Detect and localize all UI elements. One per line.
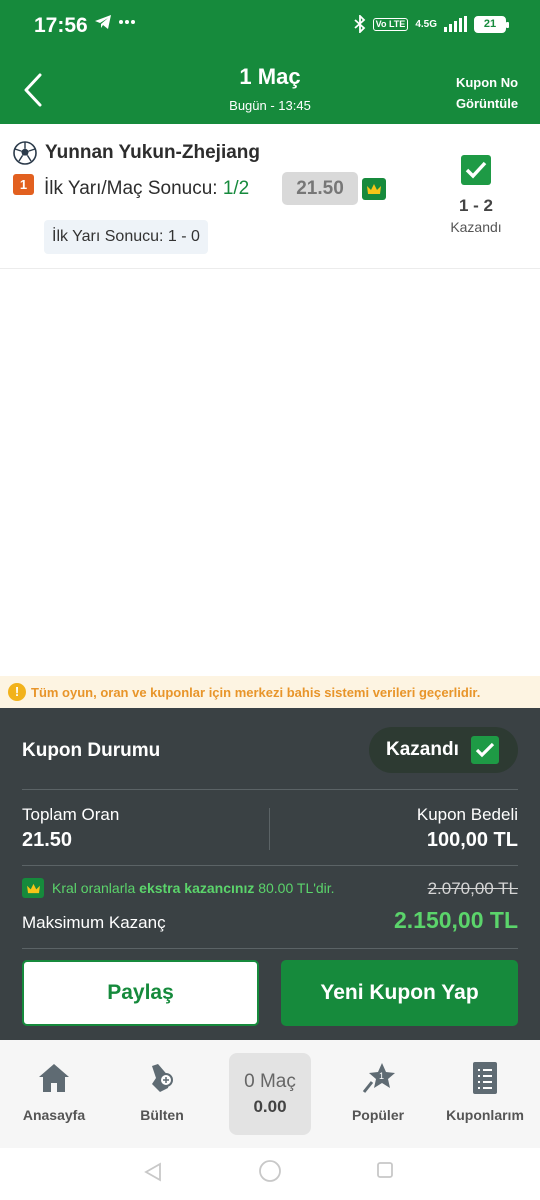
- cart-total: 0.00: [253, 1097, 287, 1116]
- divider: [22, 865, 518, 866]
- bulletin-icon: [152, 1064, 173, 1092]
- coupon-summary: Kupon Durumu Kazandı Toplam Oran 21.50 K…: [0, 708, 540, 1040]
- match-status: Kazandı: [450, 219, 502, 235]
- coupon-cart[interactable]: 0 Maç 0.00: [229, 1053, 311, 1135]
- telegram-icon: [95, 15, 111, 29]
- cart-match-count: 0 Maç: [244, 1071, 296, 1092]
- stake-label: Kupon Bedeli: [416, 805, 518, 824]
- team-name: Yunnan Yukun-Zhejiang: [45, 142, 261, 163]
- bet-pick: 1/2: [222, 178, 250, 199]
- crown-icon: [22, 878, 44, 898]
- bet-type-label: İlk Yarı/Maç Sonucu:: [44, 178, 218, 199]
- status-time: 17:56: [34, 14, 88, 37]
- total-odds-label: Toplam Oran: [22, 805, 120, 824]
- nav-home[interactable]: Anasayfa: [4, 1060, 104, 1123]
- max-winnings-value: 2.150,00 TL: [393, 907, 518, 933]
- warning-icon: !: [8, 683, 26, 701]
- king-odds-info: Kral oranlarla ekstra kazancınız 80.00 T…: [22, 878, 335, 898]
- nav-popular[interactable]: 1 Popüler: [328, 1060, 428, 1123]
- soccer-ball-icon: [13, 141, 37, 165]
- match-card[interactable]: Yunnan Yukun-Zhejiang 1 İlk Yarı/Maç Son…: [0, 124, 540, 269]
- bottom-navigation: Anasayfa Bülten 0 Maç 0.00 1 Popüler Kup…: [0, 1040, 540, 1148]
- system-navigation: [0, 1148, 540, 1200]
- nav-bulletin[interactable]: Bülten: [112, 1060, 212, 1123]
- original-winnings: 2.070,00 TL: [427, 879, 518, 898]
- battery-icon: 21: [474, 15, 509, 33]
- back-triangle-icon[interactable]: [144, 1162, 162, 1182]
- info-banner-text: Tüm oyun, oran ve kuponlar için merkezi …: [31, 684, 481, 700]
- new-coupon-button[interactable]: Yeni Kupon Yap: [281, 960, 518, 1026]
- recents-square-icon[interactable]: [376, 1161, 394, 1179]
- divider: [22, 789, 518, 790]
- won-check-icon: [461, 155, 491, 185]
- share-button[interactable]: Paylaş: [22, 960, 259, 1026]
- coupon-status-pill: Kazandı: [369, 727, 518, 773]
- match-index-badge: 1: [13, 174, 34, 195]
- status-left-icons: [94, 14, 136, 30]
- total-odds-value: 21.50: [22, 829, 73, 851]
- network-type: 4.5G: [415, 18, 437, 30]
- stake-value: 100,00 TL: [426, 829, 518, 851]
- status-bar: 17:56 Vo LTE 4.5G 21: [0, 0, 540, 56]
- nav-my-coupons[interactable]: Kuponlarım: [435, 1060, 535, 1123]
- home-circle-icon[interactable]: [258, 1159, 282, 1183]
- king-odds-badge: [362, 178, 386, 200]
- check-icon: [470, 736, 499, 764]
- divider: [22, 948, 518, 949]
- status-right-icons: Vo LTE 4.5G 21: [354, 15, 509, 33]
- half-time-result: İlk Yarı Sonucu: 1 - 0: [44, 220, 208, 254]
- bluetooth-icon: [354, 15, 365, 33]
- more-dots-icon: [119, 20, 135, 24]
- view-coupon-number-button[interactable]: Kupon No Görüntüle: [452, 72, 522, 114]
- svg-text:1: 1: [379, 1071, 384, 1081]
- popular-icon: 1: [362, 1063, 395, 1093]
- final-score: 1 - 2: [458, 196, 494, 215]
- bet-type: İlk Yarı/Maç Sonucu: 1/2: [44, 178, 249, 200]
- crown-icon: [367, 184, 381, 194]
- volte-icon: Vo LTE: [372, 17, 409, 31]
- max-winnings-label: Maksimum Kazanç: [22, 913, 166, 932]
- home-icon: [39, 1064, 69, 1092]
- coupons-icon: [473, 1062, 497, 1094]
- info-banner: ! Tüm oyun, oran ve kuponlar için merkez…: [0, 676, 540, 708]
- signal-icon: [444, 16, 467, 32]
- king-odds-text: Kral oranlarla ekstra kazancınız 80.00 T…: [52, 880, 335, 896]
- coupon-status-label: Kupon Durumu: [22, 740, 161, 761]
- vertical-divider: [269, 808, 270, 850]
- app-header: 1 Maç Bugün - 13:45 Kupon No Görüntüle: [0, 56, 540, 124]
- coupon-status-value: Kazandı: [386, 739, 459, 760]
- odds-pill: 21.50: [282, 172, 358, 205]
